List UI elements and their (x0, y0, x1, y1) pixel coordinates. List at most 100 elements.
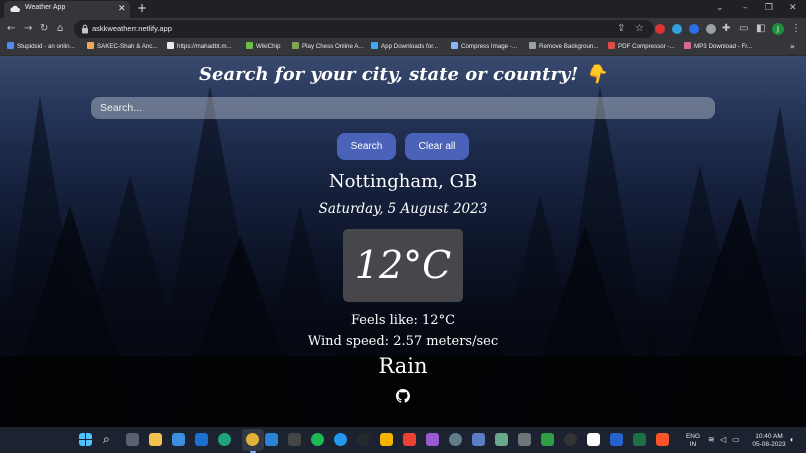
windows-start-icon[interactable] (79, 433, 92, 446)
file-explorer-icon[interactable] (149, 433, 162, 446)
reload-icon[interactable]: ↻ (40, 22, 48, 35)
notepad-icon[interactable] (541, 433, 554, 446)
notification-bell-icon[interactable]: ◖ (789, 436, 794, 444)
bookmark-label: PDF Compressor -... (618, 43, 675, 50)
city-name: Nottingham, GB (328, 171, 478, 192)
menu-dots-icon[interactable]: ⋮ (791, 22, 801, 35)
bookmark-favicon-icon (7, 42, 14, 49)
edge-icon[interactable] (218, 433, 231, 446)
github-icon[interactable] (396, 389, 410, 403)
bookmark-label: Compress Image -... (461, 43, 518, 50)
bookmark-label: Remove Backgroun... (539, 43, 599, 50)
browser-tab[interactable]: Weather App ✕ (4, 1, 130, 18)
wifi-icon[interactable]: ≋ (708, 436, 715, 444)
more-bookmarks-icon[interactable]: » (790, 42, 795, 51)
bookmark-item[interactable]: Compress Image -... (451, 42, 517, 53)
headline-text: Search for your city, state or country! (199, 64, 579, 85)
extensions-puzzle-icon[interactable]: ✚ (722, 22, 730, 35)
bookmark-item[interactable]: App Downloads for... (371, 42, 438, 53)
minimize-icon[interactable]: – (743, 2, 748, 14)
gmail-icon[interactable] (403, 433, 416, 446)
bookmark-item[interactable]: WikiChip (246, 42, 280, 53)
bookmark-label: MP3 Download - Fr... (694, 43, 753, 50)
language-indicator[interactable]: ENG IN (683, 433, 703, 449)
bookmark-star-icon[interactable]: ☆ (635, 23, 644, 35)
media-player-icon[interactable] (564, 433, 577, 446)
bookmark-item[interactable]: Stupidsid - an onlin... (7, 42, 75, 53)
bookmark-item[interactable]: Remove Backgroun... (529, 42, 599, 53)
sticky-notes-icon[interactable] (380, 433, 393, 446)
outlook-icon[interactable] (195, 433, 208, 446)
github-desktop-icon[interactable] (357, 433, 370, 446)
clear-all-button[interactable]: Clear all (405, 133, 469, 160)
url-text[interactable]: askkweatherr.netlify.app (92, 24, 172, 33)
tab-search-icon[interactable]: ⌄ (716, 2, 724, 14)
close-window-icon[interactable]: ✕ (789, 2, 797, 14)
extension-glasses-icon[interactable] (706, 24, 716, 34)
bookmark-item[interactable]: https://mahadbt.m... (167, 42, 232, 53)
cloud-icon (10, 5, 20, 12)
vscode-icon[interactable] (265, 433, 278, 446)
slack-icon[interactable] (426, 433, 439, 446)
pointing-down-icon: 👇 (584, 64, 607, 85)
bookmark-item[interactable]: PDF Compressor -... (608, 42, 675, 53)
close-tab-icon[interactable]: ✕ (118, 3, 126, 15)
clock-date: 05-08-2023 (752, 441, 786, 448)
bookmark-label: Stupidsid - an onlin... (17, 43, 75, 50)
search-input[interactable] (91, 97, 715, 119)
search-icon[interactable]: ⌕ (103, 433, 116, 446)
extension-red-icon[interactable] (655, 24, 665, 34)
address-bar[interactable]: askkweatherr.netlify.app ⇪ ☆ (74, 20, 654, 38)
chrome-icon[interactable] (246, 433, 259, 446)
bookmark-favicon-icon (529, 42, 536, 49)
notion-icon[interactable] (587, 433, 600, 446)
app-icon[interactable] (472, 433, 485, 446)
bookmark-label: SAKEC-Shah & Anc... (97, 43, 158, 50)
excel-icon[interactable] (633, 433, 646, 446)
profile-avatar[interactable]: J (772, 23, 784, 35)
settings-icon[interactable] (449, 433, 462, 446)
feels-like-text: Feels like: 12°C (350, 313, 456, 328)
bookmark-item[interactable]: Play Chess Online A... (292, 42, 364, 53)
restore-icon[interactable]: ❐ (765, 2, 773, 14)
temperature-value: 12°C (354, 243, 452, 287)
terminal-icon[interactable] (288, 433, 301, 446)
new-tab-icon[interactable]: + (137, 1, 147, 15)
lock-icon[interactable] (81, 24, 89, 34)
bookmark-item[interactable]: MP3 Download - Fr... (684, 42, 752, 53)
snipping-tool-icon[interactable] (518, 433, 531, 446)
extension-circle-icon[interactable] (689, 24, 699, 34)
page-headline: Search for your city, state or country! … (0, 64, 806, 85)
bookmarks-bar: Stupidsid - an onlin... SAKEC-Shah & Anc… (0, 40, 806, 56)
bookmark-label: App Downloads for... (381, 43, 439, 50)
photos-icon[interactable] (495, 433, 508, 446)
bookmark-favicon-icon (167, 42, 174, 49)
share-icon[interactable]: ⇪ (617, 23, 625, 35)
spotify-icon[interactable] (311, 433, 324, 446)
windows-taskbar: ⌕ ENG IN ≋ ◁ ▭ 10:40 AM 05-08-2023 ◖ (0, 427, 806, 453)
extension-blue-icon[interactable] (672, 24, 682, 34)
bookmark-favicon-icon (292, 42, 299, 49)
forward-icon[interactable]: → (24, 22, 32, 35)
volume-icon[interactable]: ◁ (720, 436, 726, 444)
weather-condition: Rain (378, 354, 428, 378)
search-button[interactable]: Search (337, 133, 396, 160)
home-icon[interactable]: ⌂ (57, 22, 63, 35)
task-view-icon[interactable] (126, 433, 139, 446)
wind-speed-text: Wind speed: 2.57 meters/sec (307, 334, 499, 349)
temperature-card: 12°C (343, 229, 463, 302)
side-panel-icon[interactable]: ◧ (756, 22, 765, 35)
bookmark-label: https://mahadbt.m... (177, 43, 232, 50)
cast-icon[interactable]: ▭ (739, 22, 748, 35)
back-icon[interactable]: ← (7, 22, 15, 35)
clock-time: 10:40 AM (755, 433, 783, 440)
bookmark-item[interactable]: SAKEC-Shah & Anc... (87, 42, 158, 53)
bookmark-favicon-icon (684, 42, 691, 49)
mail-icon[interactable] (172, 433, 185, 446)
brave-icon[interactable] (656, 433, 669, 446)
docker-icon[interactable] (334, 433, 347, 446)
battery-icon[interactable]: ▭ (732, 436, 740, 444)
todo-icon[interactable] (610, 433, 623, 446)
region-text: IN (689, 441, 697, 448)
clock[interactable]: 10:40 AM 05-08-2023 (750, 433, 788, 449)
